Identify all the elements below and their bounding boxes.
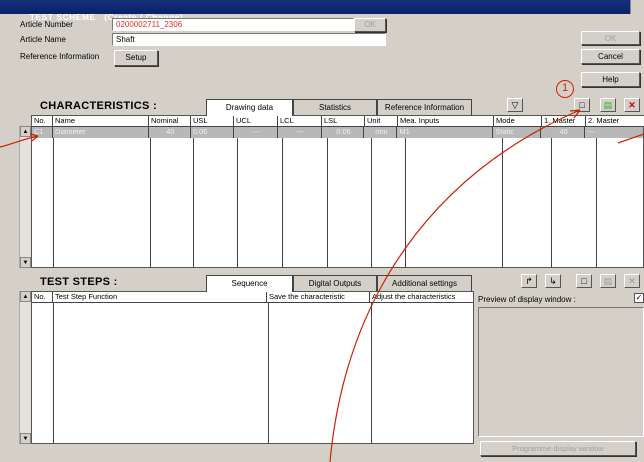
window-title-bar: TEST SCHEME (Create / Change) — [0, 0, 644, 22]
column-header-master-1: 1. Master — [542, 116, 586, 126]
column-header-ucl: UCL — [234, 116, 278, 126]
column-divider — [371, 138, 372, 268]
tab-additional-settings[interactable]: Additional settings — [377, 275, 472, 291]
callout-number: 1 — [561, 82, 569, 94]
article-name-field[interactable]: Shaft — [112, 33, 386, 46]
open-folder-icon[interactable]: ▤ — [600, 98, 616, 112]
help-button[interactable]: Help — [581, 72, 640, 87]
new-step-icon[interactable]: □ — [576, 274, 592, 288]
scroll-down-arrow-icon[interactable]: ▼ — [20, 257, 31, 268]
test-steps-table: No. Test Step Function Save the characte… — [31, 291, 474, 444]
column-header-test-step-function: Test Step Function — [53, 292, 267, 302]
column-divider — [53, 138, 54, 268]
scroll-up-arrow-icon[interactable]: ▲ — [20, 126, 31, 137]
column-divider — [371, 303, 372, 444]
move-up-icon[interactable]: ↱ — [521, 274, 537, 288]
column-header-mode: Mode — [494, 116, 542, 126]
programme-display-window-button[interactable]: Programme display window — [480, 441, 636, 456]
reference-information-label: Reference Information — [20, 52, 100, 61]
column-divider — [150, 138, 151, 268]
column-header-lcl: LCL — [278, 116, 322, 126]
cell-master-2: --- — [587, 127, 595, 136]
test-steps-table-header: No. Test Step Function Save the characte… — [32, 292, 473, 303]
article-number-ok-button[interactable]: OK — [354, 18, 386, 32]
column-divider — [502, 138, 503, 268]
new-document-icon[interactable]: □ — [574, 98, 590, 112]
characteristics-table-header: No. Name Nominal USL UCL LCL LSL Unit Me… — [32, 116, 644, 127]
column-header-usl: USL — [191, 116, 234, 126]
column-header-no: No. — [32, 116, 53, 126]
column-divider — [327, 138, 328, 268]
column-header-mea-inputs: Mea. Inputs — [398, 116, 494, 126]
characteristics-scrollbar[interactable]: ▲ ▼ — [19, 126, 31, 268]
cell-master-1: 40 — [541, 127, 586, 138]
cell-mode: Static — [493, 127, 542, 138]
column-header-unit: Unit — [365, 116, 398, 126]
cell-unit: mm — [364, 127, 398, 138]
callout-marker: 1 — [556, 80, 574, 98]
cell-lcl: --- — [278, 127, 322, 138]
move-down-icon[interactable]: ↳ — [545, 274, 561, 288]
scroll-down-arrow-icon[interactable]: ▼ — [20, 433, 31, 444]
column-header-no: No. — [32, 292, 53, 302]
cell-ucl: --- — [234, 127, 278, 138]
cell-lsl: 0.06 — [322, 127, 365, 138]
tab-reference-information[interactable]: Reference Information — [377, 99, 472, 115]
column-header-name: Name — [53, 116, 149, 126]
column-header-save-characteristic: Save the characteristic — [267, 292, 370, 302]
cancel-button[interactable]: Cancel — [581, 49, 640, 64]
table-row[interactable]: C1 Diameter 40 0.06 --- --- 0.06 mm M1 S… — [32, 127, 643, 138]
characteristics-table: No. Name Nominal USL UCL LCL LSL Unit Me… — [31, 115, 644, 268]
column-divider — [193, 138, 194, 268]
setup-button[interactable]: Setup — [114, 50, 158, 66]
preview-checkbox[interactable]: ✓ — [634, 293, 644, 303]
cell-nominal: 40 — [149, 127, 191, 138]
test-steps-scrollbar[interactable]: ▲ ▼ — [19, 291, 31, 444]
delete-icon[interactable]: ✕ — [624, 98, 640, 112]
scroll-up-arrow-icon[interactable]: ▲ — [20, 291, 31, 302]
article-number-field[interactable]: 0200002711_2306 — [112, 18, 354, 31]
characteristics-heading: CHARACTERISTICS : — [40, 100, 157, 112]
preview-label: Preview of display window : — [478, 295, 576, 304]
column-divider — [237, 138, 238, 268]
test-steps-heading: TEST STEPS : — [40, 276, 118, 288]
column-divider — [53, 303, 54, 444]
tab-digital-outputs[interactable]: Digital Outputs — [293, 275, 377, 291]
tab-sequence[interactable]: Sequence — [206, 275, 293, 292]
article-name-label: Article Name — [20, 35, 66, 44]
edit-step-icon[interactable]: ▤ — [600, 274, 616, 288]
filter-icon[interactable]: ▽ — [507, 98, 523, 112]
column-divider — [551, 138, 552, 268]
column-header-adjust-characteristics: Adjust the characteristics — [372, 292, 456, 301]
column-header-master-2: 2. Master — [588, 116, 620, 125]
column-divider — [282, 138, 283, 268]
cell-usl: 0.06 — [191, 127, 234, 138]
preview-window — [478, 307, 644, 437]
column-divider — [596, 138, 597, 268]
tab-drawing-data[interactable]: Drawing data — [206, 99, 293, 116]
cell-no: C1 — [32, 127, 53, 138]
article-number-label: Article Number — [20, 20, 73, 29]
column-header-nominal: Nominal — [149, 116, 191, 126]
column-divider — [405, 138, 406, 268]
column-header-lsl: LSL — [322, 116, 365, 126]
close-button[interactable] — [630, 0, 644, 14]
column-divider — [268, 303, 269, 444]
delete-step-icon[interactable]: ✕ — [624, 274, 640, 288]
cell-mea-inputs: M1 — [397, 127, 494, 138]
tab-statistics[interactable]: Statistics — [293, 99, 377, 115]
ok-button[interactable]: OK — [581, 31, 640, 45]
cell-name: Diameter — [53, 127, 149, 138]
